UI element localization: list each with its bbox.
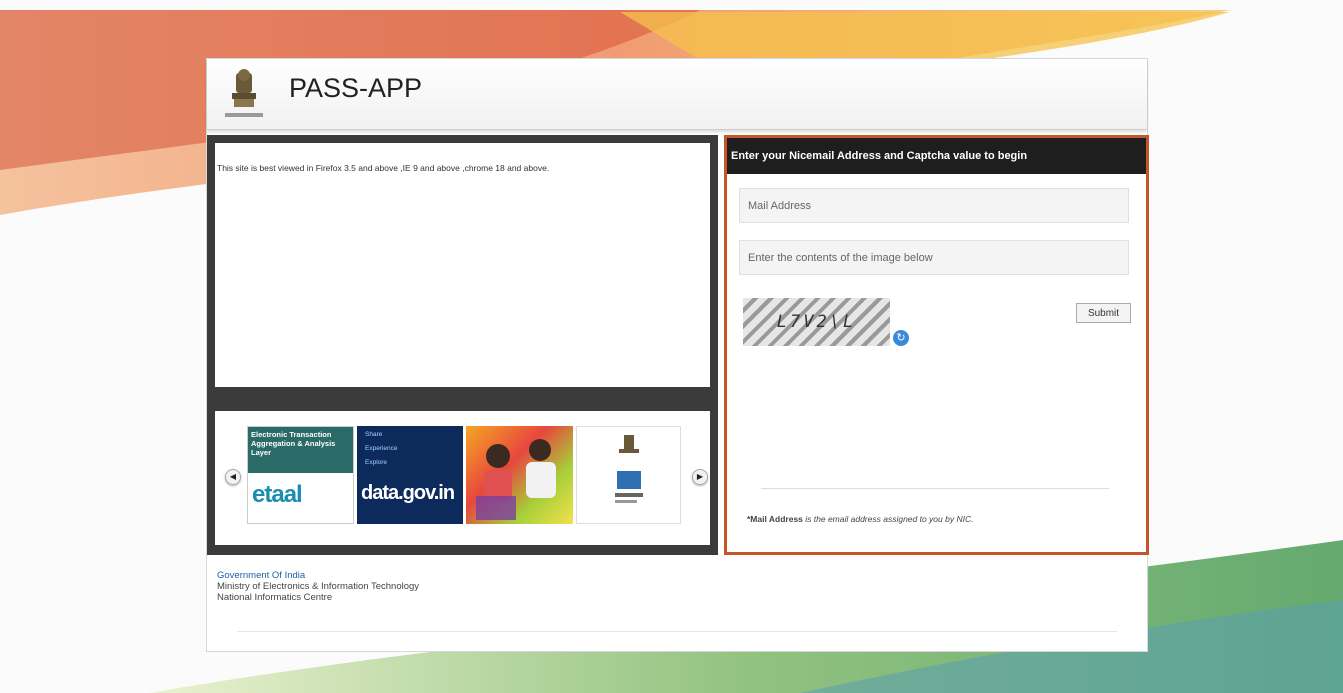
footer-divider — [237, 631, 1117, 632]
etool-banner[interactable]: Electronic Transaction Aggregation & Ana… — [247, 426, 354, 524]
data-gov-item: Share — [365, 431, 383, 438]
login-panel: Enter your Nicemail Address and Captcha … — [724, 135, 1149, 555]
captcha-image: L7V2\L — [743, 298, 890, 346]
refresh-captcha-icon[interactable]: ↻ — [893, 330, 909, 346]
footer: Government Of India Ministry of Electron… — [217, 570, 419, 603]
banner-carousel: ◀ Electronic Transaction Aggregation & A… — [215, 411, 710, 545]
data-gov-item: Explore — [365, 459, 388, 466]
etool-heading: Electronic Transaction Aggregation & Ana… — [248, 427, 353, 473]
main-container: PASS-APP This site is best viewed in Fir… — [206, 58, 1149, 652]
mail-address-input[interactable] — [739, 188, 1129, 223]
national-emblem-logo — [225, 69, 263, 117]
emblem-banner[interactable] — [576, 426, 681, 524]
note-text: is the email address assigned to you by … — [802, 514, 974, 524]
government-of-india-link[interactable]: Government Of India — [217, 570, 305, 581]
data-gov-logo: data.gov.in — [361, 482, 455, 504]
emblem-banner-graphic — [615, 435, 643, 503]
app-title: PASS-APP — [289, 73, 423, 103]
note-label: *Mail Address — [747, 514, 803, 524]
centre-text: National Informatics Centre — [217, 592, 333, 603]
etool-logo: etaal — [252, 481, 303, 508]
page-header: PASS-APP — [207, 59, 1147, 130]
carousel-prev-button[interactable]: ◀ — [225, 469, 241, 485]
notice-box: This site is best viewed in Firefox 3.5 … — [215, 143, 710, 387]
submit-button[interactable]: Submit — [1076, 303, 1131, 323]
captcha-input[interactable] — [739, 240, 1129, 275]
ministry-text: Ministry of Electronics & Information Te… — [217, 581, 420, 592]
browser-notice: This site is best viewed in Firefox 3.5 … — [217, 163, 550, 173]
data-gov-list: Share Experience Explore — [365, 428, 398, 470]
login-heading: Enter your Nicemail Address and Captcha … — [727, 138, 1146, 174]
data-gov-item: Experience — [365, 445, 398, 452]
carousel-next-button[interactable]: ▶ — [692, 469, 708, 485]
divider — [761, 488, 1109, 489]
photo-banner[interactable] — [466, 426, 573, 524]
mail-address-note: *Mail Address is the email address assig… — [747, 514, 973, 524]
data-gov-banner[interactable]: Share Experience Explore data.gov.in — [357, 426, 463, 524]
people-illustration — [476, 439, 556, 520]
left-panel: This site is best viewed in Firefox 3.5 … — [207, 135, 718, 555]
